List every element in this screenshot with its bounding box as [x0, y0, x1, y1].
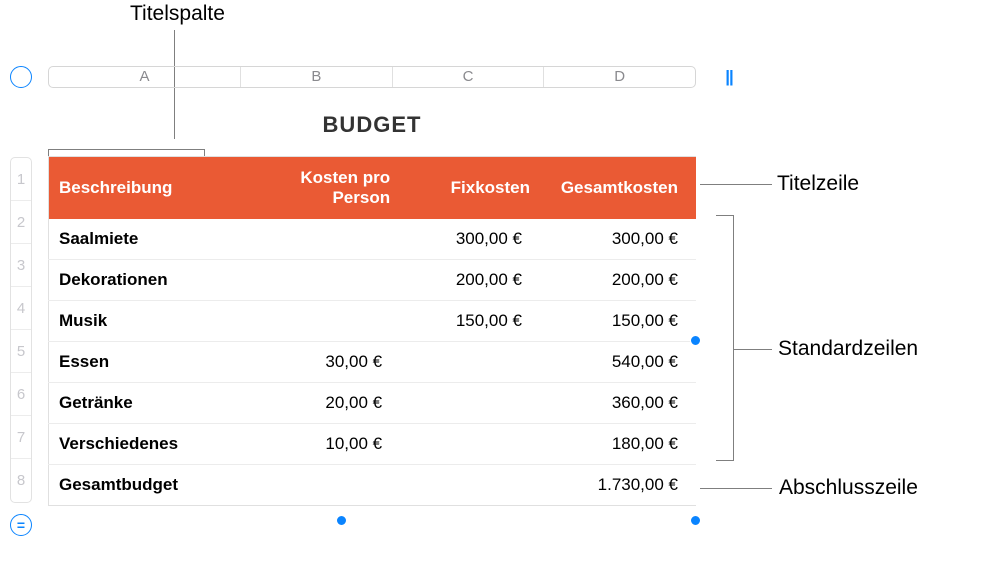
row-header[interactable]: 7 [11, 416, 31, 459]
cell-total[interactable]: 300,00 € [540, 219, 696, 260]
cell-description[interactable]: Getränke [49, 383, 241, 424]
callout-footer-row: Abschlusszeile [779, 476, 918, 500]
cell-total[interactable]: 540,00 € [540, 342, 696, 383]
cell-kpp[interactable] [240, 219, 400, 260]
header-cost-per-person[interactable]: Kosten pro Person [240, 157, 400, 220]
cell-fix[interactable] [400, 342, 540, 383]
table-row: Saalmiete 300,00 € 300,00 € [49, 219, 697, 260]
cell-kpp[interactable]: 20,00 € [240, 383, 400, 424]
callout-line [734, 349, 772, 350]
header-description[interactable]: Beschreibung [49, 157, 241, 220]
row-header[interactable]: 3 [11, 244, 31, 287]
selection-handle[interactable] [690, 515, 701, 526]
cell-footer-kpp[interactable] [240, 465, 400, 506]
cell-total[interactable]: 180,00 € [540, 424, 696, 465]
cell-description[interactable]: Verschiedenes [49, 424, 241, 465]
row-header[interactable]: 8 [11, 459, 31, 502]
header-row: Beschreibung Kosten pro Person Fixkosten… [49, 157, 697, 220]
cell-total[interactable]: 150,00 € [540, 301, 696, 342]
cell-footer-fix[interactable] [400, 465, 540, 506]
cell-description[interactable]: Saalmiete [49, 219, 241, 260]
table-corner-handle[interactable] [10, 66, 32, 88]
cell-kpp[interactable] [240, 260, 400, 301]
row-header[interactable]: 1 [11, 158, 31, 201]
row-ruler[interactable]: 1 2 3 4 5 6 7 8 [10, 157, 32, 503]
cell-kpp[interactable]: 30,00 € [240, 342, 400, 383]
column-header-a[interactable]: A [49, 67, 241, 87]
row-header[interactable]: 4 [11, 287, 31, 330]
callout-body-rows: Standardzeilen [778, 337, 918, 361]
row-header[interactable]: 2 [11, 201, 31, 244]
cell-description[interactable]: Essen [49, 342, 241, 383]
cell-description[interactable]: Dekorationen [49, 260, 241, 301]
selection-handle[interactable] [690, 335, 701, 346]
column-header-d[interactable]: D [544, 67, 695, 87]
add-row-handle[interactable]: = [10, 514, 32, 536]
row-header[interactable]: 5 [11, 330, 31, 373]
callout-line [700, 184, 772, 185]
cell-fix[interactable]: 300,00 € [400, 219, 540, 260]
table-row: Getränke 20,00 € 360,00 € [49, 383, 697, 424]
cell-fix[interactable] [400, 383, 540, 424]
table-row: Essen 30,00 € 540,00 € [49, 342, 697, 383]
callout-line [700, 488, 772, 489]
row-header[interactable]: 6 [11, 373, 31, 416]
column-ruler[interactable]: A B C D [48, 66, 696, 88]
data-table: Beschreibung Kosten pro Person Fixkosten… [48, 156, 696, 506]
table-title[interactable]: BUDGET [48, 100, 696, 156]
table-row: Verschiedenes 10,00 € 180,00 € [49, 424, 697, 465]
table-row: Dekorationen 200,00 € 200,00 € [49, 260, 697, 301]
cell-description[interactable]: Musik [49, 301, 241, 342]
cell-kpp[interactable]: 10,00 € [240, 424, 400, 465]
cell-fix[interactable] [400, 424, 540, 465]
callout-title-row: Titelzeile [777, 172, 859, 196]
table-area: BUDGET Beschreibung Kosten pro Person Fi… [48, 100, 696, 506]
cell-footer-total[interactable]: 1.730,00 € [540, 465, 696, 506]
callout-title-column: Titelspalte [130, 2, 225, 26]
header-fixed-costs[interactable]: Fixkosten [400, 157, 540, 220]
header-total-costs[interactable]: Gesamtkosten [540, 157, 696, 220]
cell-total[interactable]: 200,00 € [540, 260, 696, 301]
cell-fix[interactable]: 150,00 € [400, 301, 540, 342]
table-row: Musik 150,00 € 150,00 € [49, 301, 697, 342]
column-header-c[interactable]: C [393, 67, 545, 87]
selection-handle[interactable] [336, 515, 347, 526]
cell-footer-description[interactable]: Gesamtbudget [49, 465, 241, 506]
callout-bracket [716, 215, 734, 461]
add-column-handle[interactable]: || [718, 66, 740, 88]
footer-row: Gesamtbudget 1.730,00 € [49, 465, 697, 506]
cell-kpp[interactable] [240, 301, 400, 342]
cell-total[interactable]: 360,00 € [540, 383, 696, 424]
cell-fix[interactable]: 200,00 € [400, 260, 540, 301]
column-header-b[interactable]: B [241, 67, 393, 87]
